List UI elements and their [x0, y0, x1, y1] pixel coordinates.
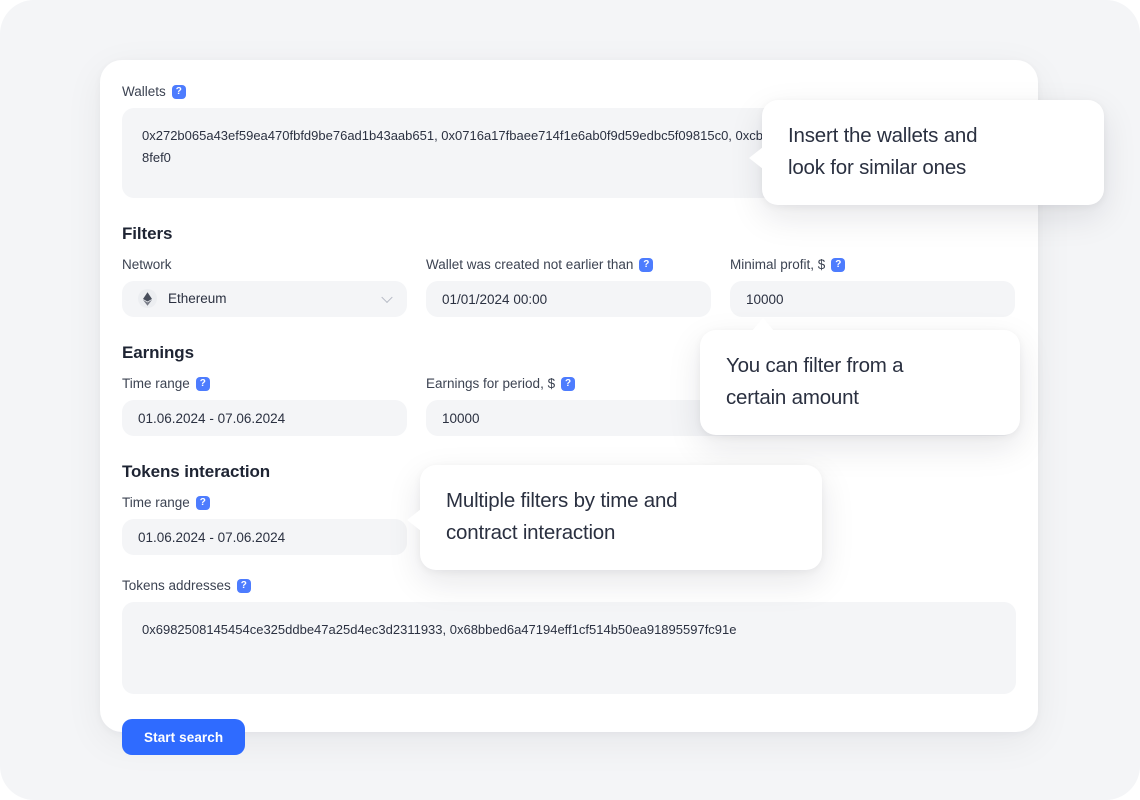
network-label: Network — [122, 258, 407, 272]
tokens-time-range-field: Time range ? 01.06.2024 - 07.06.2024 — [122, 496, 407, 555]
tokens-addresses-field: Tokens addresses ? 0x6982508145454ce325d… — [122, 579, 1016, 694]
network-select[interactable]: Ethereum — [122, 280, 407, 317]
callout-tail — [752, 318, 774, 331]
tokens-time-range-label-text: Time range — [122, 495, 190, 511]
callout-tokens-line1: Multiple filters by time and — [446, 489, 678, 512]
help-question-icon[interactable]: ? — [639, 258, 654, 272]
callout-profit-line1: You can filter from a — [726, 354, 904, 377]
chevron-down-icon — [381, 291, 393, 303]
page-surface: Wallets ? 0x272b065a43ef59ea470fbfd9be76… — [0, 0, 1140, 800]
callout-profit-line2: certain amount — [726, 386, 859, 410]
tokens-time-range-value: 01.06.2024 - 07.06.2024 — [138, 529, 286, 545]
callout-wallets: Insert the wallets and look for similar … — [749, 100, 1104, 205]
tokens-addresses-textarea[interactable]: 0x6982508145454ce325ddbe47a25d4ec3d23119… — [122, 602, 1016, 694]
ethereum-icon — [138, 289, 157, 308]
start-search-button[interactable]: Start search — [122, 719, 246, 755]
network-value: Ethereum — [168, 291, 227, 306]
earnings-period-value: 10000 — [442, 410, 480, 426]
callout-wallets-line1: Insert the wallets and — [788, 124, 978, 147]
wallet-created-label: Wallet was created not earlier than ? — [426, 258, 711, 272]
callout-tail — [749, 147, 763, 169]
callout-tail — [407, 509, 421, 531]
wallets-label-text: Wallets — [122, 84, 166, 100]
earnings-time-range-value: 01.06.2024 - 07.06.2024 — [138, 410, 286, 426]
tokens-time-range-input[interactable]: 01.06.2024 - 07.06.2024 — [122, 519, 407, 555]
minimal-profit-value: 10000 — [746, 291, 784, 307]
earnings-time-range-label-text: Time range — [122, 376, 190, 392]
wallets-label: Wallets ? — [122, 85, 1016, 99]
network-field: Network Ethereum — [122, 258, 407, 317]
wallet-created-value: 01/01/2024 00:00 — [442, 291, 548, 307]
minimal-profit-label-text: Minimal profit, $ — [730, 257, 826, 273]
earnings-period-label-text: Earnings for period, $ — [426, 376, 556, 392]
minimal-profit-input[interactable]: 10000 — [730, 281, 1015, 317]
minimal-profit-label: Minimal profit, $ ? — [730, 258, 1015, 272]
callout-minimal-profit: You can filter from a certain amount — [700, 318, 1020, 435]
callout-tokens-interaction: Multiple filters by time and contract in… — [407, 465, 822, 570]
help-question-icon[interactable]: ? — [236, 579, 251, 593]
help-question-icon[interactable]: ? — [195, 496, 210, 510]
wallet-created-field: Wallet was created not earlier than ? 01… — [426, 258, 711, 317]
wallet-created-input[interactable]: 01/01/2024 00:00 — [426, 281, 711, 317]
tokens-addresses-label-text: Tokens addresses — [122, 578, 231, 594]
help-question-icon[interactable]: ? — [831, 258, 846, 272]
callout-tokens-line2: contract interaction — [446, 521, 616, 545]
earnings-time-range-field: Time range ? 01.06.2024 - 07.06.2024 — [122, 377, 407, 436]
help-question-icon[interactable]: ? — [171, 85, 186, 99]
help-question-icon[interactable]: ? — [195, 377, 210, 391]
earnings-time-range-input[interactable]: 01.06.2024 - 07.06.2024 — [122, 400, 407, 436]
tokens-time-range-label: Time range ? — [122, 496, 407, 510]
network-label-text: Network — [122, 257, 172, 272]
help-question-icon[interactable]: ? — [561, 377, 576, 391]
callout-wallets-line2: look for similar ones — [788, 156, 967, 180]
minimal-profit-field: Minimal profit, $ ? 10000 — [730, 258, 1015, 317]
earnings-time-range-label: Time range ? — [122, 377, 407, 391]
tokens-addresses-value: 0x6982508145454ce325ddbe47a25d4ec3d23119… — [142, 622, 737, 637]
filters-section-title: Filters — [122, 224, 173, 243]
wallet-created-label-text: Wallet was created not earlier than — [426, 257, 634, 273]
tokens-addresses-label: Tokens addresses ? — [122, 579, 1016, 593]
